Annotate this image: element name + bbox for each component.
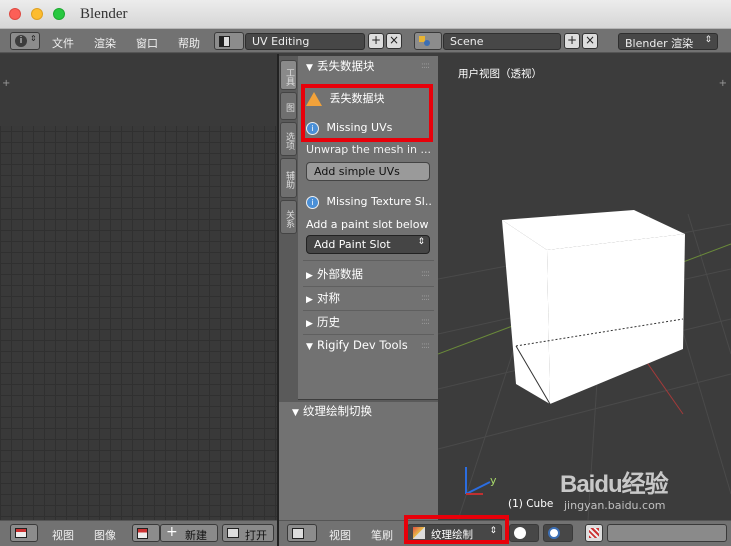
menu-help[interactable]: 帮助 (178, 35, 200, 51)
window-titlebar: Blender (0, 0, 731, 29)
image-editor-icon (15, 528, 27, 538)
drag-grip-icon[interactable]: :::: (421, 317, 430, 327)
texture-paint-toggle-header[interactable]: ▼ 纹理绘制切换 (289, 403, 439, 425)
drag-grip-icon[interactable]: :::: (421, 269, 430, 279)
tab-options[interactable]: 选项 (280, 122, 297, 156)
solid-shading-icon (514, 527, 526, 539)
pivot-icon (548, 527, 560, 539)
paint-slot-hint-text: Add a paint slot below (306, 218, 429, 231)
maximize-window-button[interactable] (53, 8, 65, 20)
drag-grip-icon[interactable]: :::: (421, 341, 430, 351)
triangle-right-icon: ▶ (306, 295, 313, 305)
triangle-down-icon: ▼ (292, 408, 299, 418)
region-expand-plus-icon[interactable]: + (719, 78, 727, 89)
triangle-right-icon: ▶ (306, 319, 313, 329)
updown-arrows-icon: ⇕ (30, 34, 37, 43)
add-scene-plus-icon[interactable]: + (564, 33, 580, 49)
info-header: i ⇕ 文件 渲染 窗口 帮助 UV Editing + × Scene + ×… (0, 29, 731, 53)
uv-editor-dark-region (0, 54, 277, 126)
highlight-missing-data (301, 84, 433, 142)
delete-screen-x-icon[interactable]: × (386, 33, 402, 49)
close-window-button[interactable] (9, 8, 21, 20)
info-icon: i (15, 35, 27, 47)
tab-misc[interactable]: 辅助 (280, 158, 297, 198)
render-engine-label: Blender 渲染 (625, 37, 694, 50)
viewport-shading-button[interactable] (509, 524, 539, 542)
region-expand-plus-icon[interactable]: + (2, 78, 10, 89)
last-operator-panel: ▼ 纹理绘制切换 (279, 400, 438, 520)
add-screen-plus-icon[interactable]: + (368, 33, 384, 49)
history-panel-header[interactable]: ▶ 历史:::: (303, 314, 434, 336)
image-icon (137, 528, 148, 539)
unwrap-hint-text: Unwrap the mesh in ... (306, 143, 432, 156)
browse-image-button[interactable] (132, 524, 160, 542)
watermark-brand: Baidu经验 (560, 471, 669, 498)
add-simple-uvs-button[interactable]: Add simple UVs (306, 162, 430, 181)
new-image-button[interactable]: + 新建 (160, 524, 218, 542)
viewport-view-label: 用户视图（透视） (458, 68, 542, 80)
tool-shelf-tabs: 工具 图 选项 辅助 关系 (279, 56, 298, 400)
window-title: Blender (80, 6, 128, 22)
mask-icon (589, 528, 599, 538)
menu-image[interactable]: 图像 (94, 527, 116, 543)
symmetry-panel-header[interactable]: ▶ 对称:::: (303, 290, 434, 312)
plus-icon: + (166, 524, 178, 540)
editor-type-button[interactable] (287, 524, 317, 542)
drag-grip-icon[interactable]: :::: (421, 61, 430, 71)
uv-editor-header: 视图 图像 + 新建 打开 (0, 520, 277, 546)
external-data-panel-header[interactable]: ▶ 外部数据:::: (303, 266, 434, 288)
layout-icon (219, 36, 230, 47)
screen-layout-button[interactable] (214, 32, 244, 50)
menu-view[interactable]: 视图 (329, 527, 351, 543)
info-icon: i (306, 195, 319, 209)
divider (303, 260, 434, 261)
layers-grid[interactable] (607, 524, 727, 542)
open-image-button[interactable]: 打开 (222, 524, 274, 542)
3d-view-icon (292, 528, 304, 539)
editor-type-button[interactable] (10, 524, 38, 542)
baidu-watermark: Baidu经验 jingyan.baidu.com (560, 464, 728, 520)
viewport-scene (438, 210, 731, 520)
editor-type-button[interactable]: i ⇕ (10, 32, 40, 50)
scene-field[interactable]: Scene (443, 33, 561, 50)
3d-viewport[interactable]: 用户视图（透视） + y (1) Cube Baidu经验 jingyan.ba… (438, 54, 731, 520)
render-engine-dropdown[interactable]: Blender 渲染 ⇕ (618, 33, 718, 50)
highlight-mode-dropdown (404, 515, 509, 544)
triangle-down-icon: ▼ (306, 342, 313, 352)
missing-data-panel-header[interactable]: ▼ 丢失数据块:::: (303, 58, 434, 80)
divider (303, 286, 434, 287)
axis-gizmo (465, 467, 491, 495)
missing-texture-slots-row: i Missing Texture Sl... (306, 195, 432, 209)
add-paint-slot-dropdown[interactable]: Add Paint Slot ⇕ (306, 235, 430, 254)
triangle-down-icon: ▼ (306, 63, 313, 73)
menu-file[interactable]: 文件 (52, 35, 74, 51)
chevron-updown-icon: ⇕ (417, 237, 425, 247)
rigify-panel-header[interactable]: ▼ Rigify Dev Tools:::: (303, 338, 434, 360)
screen-layout-field[interactable]: UV Editing (245, 33, 365, 50)
folder-icon (227, 528, 239, 538)
drag-grip-icon[interactable]: :::: (421, 293, 430, 303)
tab-relations[interactable]: 关系 (280, 200, 297, 234)
tab-tools[interactable]: 工具 (280, 60, 297, 90)
scene-select-button[interactable] (414, 32, 442, 50)
minimize-window-button[interactable] (31, 8, 43, 20)
tab-image[interactable]: 图 (280, 92, 297, 120)
chevron-updown-icon: ⇕ (704, 35, 712, 45)
divider (303, 334, 434, 335)
menu-view[interactable]: 视图 (52, 527, 74, 543)
watermark-url: jingyan.baidu.com (564, 499, 666, 512)
menu-brush[interactable]: 笔刷 (371, 527, 393, 543)
cube-mesh (502, 210, 685, 405)
divider (303, 310, 434, 311)
triangle-right-icon: ▶ (306, 271, 313, 281)
pivot-point-button[interactable] (543, 524, 573, 542)
active-object-label: (1) Cube (508, 498, 554, 510)
menu-window[interactable]: 窗口 (136, 35, 158, 51)
gizmo-y-label: y (490, 474, 497, 487)
menu-render[interactable]: 渲染 (94, 35, 116, 51)
mask-toggle-button[interactable] (585, 524, 603, 542)
delete-scene-x-icon[interactable]: × (582, 33, 598, 49)
